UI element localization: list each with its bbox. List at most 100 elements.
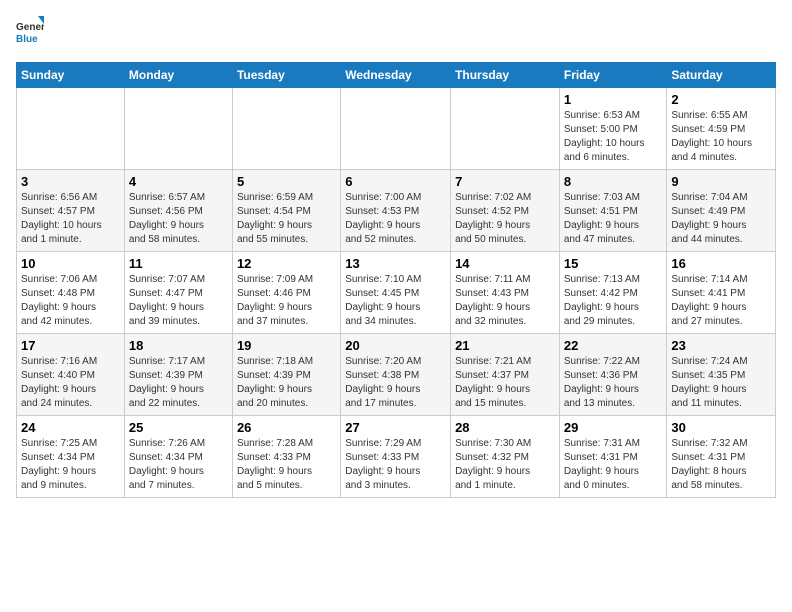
- day-info: Sunrise: 7:32 AM Sunset: 4:31 PM Dayligh…: [671, 437, 771, 493]
- day-number: 19: [237, 338, 336, 353]
- calendar-cell: 1 Sunrise: 6:53 AM Sunset: 5:00 PM Daylig…: [559, 88, 667, 170]
- day-info: Sunrise: 7:07 AM Sunset: 4:47 PM Dayligh…: [129, 273, 228, 329]
- calendar-cell: [451, 88, 560, 170]
- calendar-table: SundayMondayTuesdayWednesdayThursdayFrid…: [16, 62, 776, 498]
- calendar-cell: 11 Sunrise: 7:07 AM Sunset: 4:47 PM Dayli…: [124, 252, 232, 334]
- calendar-cell: 6 Sunrise: 7:00 AM Sunset: 4:53 PM Daylig…: [341, 170, 451, 252]
- day-number: 12: [237, 256, 336, 271]
- calendar-cell: [232, 88, 340, 170]
- day-number: 26: [237, 420, 336, 435]
- calendar-cell: 12 Sunrise: 7:09 AM Sunset: 4:46 PM Dayli…: [232, 252, 340, 334]
- calendar-cell: [124, 88, 232, 170]
- day-info: Sunrise: 7:21 AM Sunset: 4:37 PM Dayligh…: [455, 355, 555, 411]
- day-info: Sunrise: 7:31 AM Sunset: 4:31 PM Dayligh…: [564, 437, 663, 493]
- day-info: Sunrise: 7:18 AM Sunset: 4:39 PM Dayligh…: [237, 355, 336, 411]
- calendar-cell: 23 Sunrise: 7:24 AM Sunset: 4:35 PM Dayli…: [667, 334, 776, 416]
- day-info: Sunrise: 7:09 AM Sunset: 4:46 PM Dayligh…: [237, 273, 336, 329]
- logo-graphic: General Blue: [16, 16, 44, 52]
- calendar-header-row: SundayMondayTuesdayWednesdayThursdayFrid…: [17, 63, 776, 88]
- calendar-week-5: 24Sunrise: 7:25 AM Sunset: 4:34 PM Dayli…: [17, 416, 776, 498]
- calendar-cell: 17 Sunrise: 7:16 AM Sunset: 4:40 PM Dayli…: [17, 334, 125, 416]
- calendar-cell: 5 Sunrise: 6:59 AM Sunset: 4:54 PM Daylig…: [232, 170, 340, 252]
- day-info: Sunrise: 7:26 AM Sunset: 4:34 PM Dayligh…: [129, 437, 228, 493]
- day-info: Sunrise: 6:55 AM Sunset: 4:59 PM Dayligh…: [671, 109, 771, 165]
- calendar-header-monday: Monday: [124, 63, 232, 88]
- day-number: 25: [129, 420, 228, 435]
- day-number: 3: [21, 174, 120, 189]
- calendar-cell: 25 Sunrise: 7:26 AM Sunset: 4:34 PM Dayli…: [124, 416, 232, 498]
- day-info: Sunrise: 7:02 AM Sunset: 4:52 PM Dayligh…: [455, 191, 555, 247]
- day-info: Sunrise: 7:17 AM Sunset: 4:39 PM Dayligh…: [129, 355, 228, 411]
- calendar-cell: 21 Sunrise: 7:21 AM Sunset: 4:37 PM Dayli…: [451, 334, 560, 416]
- day-info: Sunrise: 7:11 AM Sunset: 4:43 PM Dayligh…: [455, 273, 555, 329]
- page-header: General Blue: [16, 16, 776, 52]
- day-info: Sunrise: 7:14 AM Sunset: 4:41 PM Dayligh…: [671, 273, 771, 329]
- calendar-header-wednesday: Wednesday: [341, 63, 451, 88]
- calendar-header-friday: Friday: [559, 63, 667, 88]
- day-number: 17: [21, 338, 120, 353]
- calendar-cell: 4 Sunrise: 6:57 AM Sunset: 4:56 PM Daylig…: [124, 170, 232, 252]
- logo: General Blue: [16, 16, 44, 52]
- day-number: 5: [237, 174, 336, 189]
- calendar-cell: [17, 88, 125, 170]
- day-number: 22: [564, 338, 663, 353]
- day-info: Sunrise: 7:06 AM Sunset: 4:48 PM Dayligh…: [21, 273, 120, 329]
- calendar-cell: 27 Sunrise: 7:29 AM Sunset: 4:33 PM Dayli…: [341, 416, 451, 498]
- day-number: 4: [129, 174, 228, 189]
- day-info: Sunrise: 6:56 AM Sunset: 4:57 PM Dayligh…: [21, 191, 120, 247]
- day-number: 18: [129, 338, 228, 353]
- day-number: 27: [345, 420, 446, 435]
- day-info: Sunrise: 7:24 AM Sunset: 4:35 PM Dayligh…: [671, 355, 771, 411]
- day-info: Sunrise: 6:57 AM Sunset: 4:56 PM Dayligh…: [129, 191, 228, 247]
- day-number: 6: [345, 174, 446, 189]
- day-number: 16: [671, 256, 771, 271]
- calendar-cell: 16 Sunrise: 7:14 AM Sunset: 4:41 PM Dayli…: [667, 252, 776, 334]
- day-info: Sunrise: 7:30 AM Sunset: 4:32 PM Dayligh…: [455, 437, 555, 493]
- calendar-cell: 14Sunrise: 7:11 AM Sunset: 4:43 PM Dayli…: [451, 252, 560, 334]
- calendar-cell: [341, 88, 451, 170]
- calendar-cell: 29 Sunrise: 7:31 AM Sunset: 4:31 PM Dayli…: [559, 416, 667, 498]
- calendar-cell: 13Sunrise: 7:10 AM Sunset: 4:45 PM Dayli…: [341, 252, 451, 334]
- day-info: Sunrise: 7:29 AM Sunset: 4:33 PM Dayligh…: [345, 437, 446, 493]
- calendar-cell: 26 Sunrise: 7:28 AM Sunset: 4:33 PM Dayli…: [232, 416, 340, 498]
- svg-text:Blue: Blue: [16, 34, 38, 45]
- day-info: Sunrise: 6:53 AM Sunset: 5:00 PM Dayligh…: [564, 109, 663, 165]
- calendar-cell: 10 Sunrise: 7:06 AM Sunset: 4:48 PM Dayli…: [17, 252, 125, 334]
- day-number: 15: [564, 256, 663, 271]
- calendar-week-1: 1 Sunrise: 6:53 AM Sunset: 5:00 PM Daylig…: [17, 88, 776, 170]
- day-info: Sunrise: 7:28 AM Sunset: 4:33 PM Dayligh…: [237, 437, 336, 493]
- day-number: 10: [21, 256, 120, 271]
- calendar-cell: 2 Sunrise: 6:55 AM Sunset: 4:59 PM Daylig…: [667, 88, 776, 170]
- day-number: 30: [671, 420, 771, 435]
- calendar-cell: 3 Sunrise: 6:56 AM Sunset: 4:57 PM Daylig…: [17, 170, 125, 252]
- day-number: 11: [129, 256, 228, 271]
- day-number: 1: [564, 92, 663, 107]
- calendar-cell: 8 Sunrise: 7:03 AM Sunset: 4:51 PM Daylig…: [559, 170, 667, 252]
- day-info: Sunrise: 7:00 AM Sunset: 4:53 PM Dayligh…: [345, 191, 446, 247]
- day-number: 8: [564, 174, 663, 189]
- calendar-week-4: 17 Sunrise: 7:16 AM Sunset: 4:40 PM Dayli…: [17, 334, 776, 416]
- calendar-week-2: 3 Sunrise: 6:56 AM Sunset: 4:57 PM Daylig…: [17, 170, 776, 252]
- day-number: 7: [455, 174, 555, 189]
- calendar-header-thursday: Thursday: [451, 63, 560, 88]
- day-info: Sunrise: 7:25 AM Sunset: 4:34 PM Dayligh…: [21, 437, 120, 493]
- day-number: 21: [455, 338, 555, 353]
- day-info: Sunrise: 6:59 AM Sunset: 4:54 PM Dayligh…: [237, 191, 336, 247]
- calendar-header-tuesday: Tuesday: [232, 63, 340, 88]
- calendar-cell: 20Sunrise: 7:20 AM Sunset: 4:38 PM Dayli…: [341, 334, 451, 416]
- day-number: 13: [345, 256, 446, 271]
- day-number: 2: [671, 92, 771, 107]
- calendar-cell: 28Sunrise: 7:30 AM Sunset: 4:32 PM Dayli…: [451, 416, 560, 498]
- day-info: Sunrise: 7:03 AM Sunset: 4:51 PM Dayligh…: [564, 191, 663, 247]
- day-number: 20: [345, 338, 446, 353]
- calendar-header-saturday: Saturday: [667, 63, 776, 88]
- day-number: 23: [671, 338, 771, 353]
- day-info: Sunrise: 7:04 AM Sunset: 4:49 PM Dayligh…: [671, 191, 771, 247]
- day-info: Sunrise: 7:22 AM Sunset: 4:36 PM Dayligh…: [564, 355, 663, 411]
- calendar-cell: 9Sunrise: 7:04 AM Sunset: 4:49 PM Daylig…: [667, 170, 776, 252]
- calendar-cell: 19 Sunrise: 7:18 AM Sunset: 4:39 PM Dayli…: [232, 334, 340, 416]
- calendar-header-sunday: Sunday: [17, 63, 125, 88]
- calendar-cell: 15Sunrise: 7:13 AM Sunset: 4:42 PM Dayli…: [559, 252, 667, 334]
- day-info: Sunrise: 7:16 AM Sunset: 4:40 PM Dayligh…: [21, 355, 120, 411]
- day-number: 29: [564, 420, 663, 435]
